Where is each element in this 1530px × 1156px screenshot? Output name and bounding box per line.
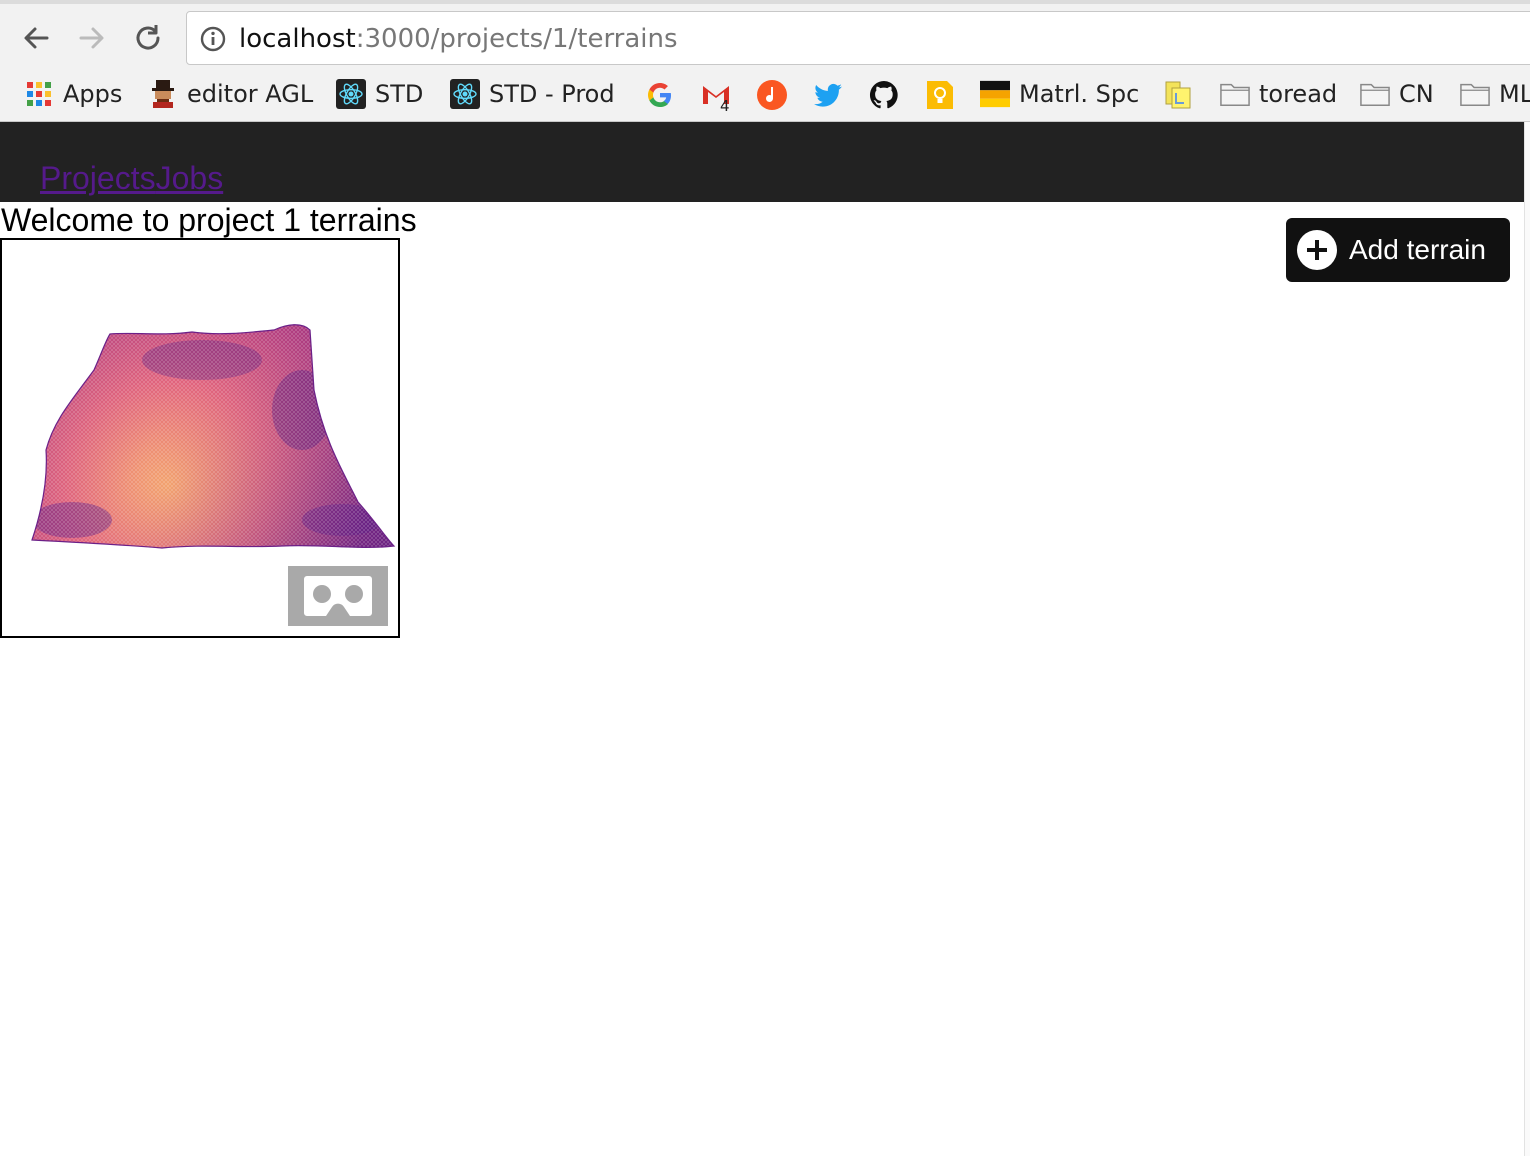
react-icon bbox=[336, 79, 366, 109]
bookmark-editor-agl[interactable]: editor AGL bbox=[148, 76, 313, 112]
bookmarks-bar: Apps editor AGL STD STD - Prod 4 Matrl. … bbox=[0, 72, 1530, 116]
apps-grid-icon bbox=[24, 79, 54, 109]
bookmark-apps[interactable]: Apps bbox=[24, 76, 122, 112]
bookmark-label: ML bbox=[1499, 80, 1530, 108]
url-host: localhost bbox=[239, 24, 356, 54]
bookmark-std[interactable]: STD bbox=[336, 76, 423, 112]
avatar-icon bbox=[148, 79, 178, 109]
bookmark-github[interactable] bbox=[867, 78, 901, 112]
bookmark-label: STD - Prod bbox=[489, 80, 615, 108]
music-icon bbox=[757, 80, 787, 110]
bookmark-doc-icon bbox=[1165, 81, 1191, 109]
vr-view-button[interactable] bbox=[288, 566, 388, 626]
bookmark-label: toread bbox=[1259, 80, 1338, 108]
keep-icon bbox=[927, 81, 953, 109]
terrain-card[interactable] bbox=[0, 238, 400, 638]
nav-link-projects[interactable]: Projects bbox=[40, 160, 156, 196]
page-scrollbar[interactable] bbox=[1524, 122, 1530, 1156]
bookmark-folder-toread[interactable]: toread bbox=[1220, 76, 1337, 112]
forward-arrow-icon bbox=[79, 27, 104, 49]
plus-circle-icon bbox=[1297, 230, 1337, 270]
react-icon bbox=[450, 79, 480, 109]
back-button[interactable] bbox=[16, 18, 56, 58]
github-icon bbox=[869, 80, 898, 109]
add-terrain-label: Add terrain bbox=[1349, 234, 1486, 265]
twitter-icon bbox=[814, 83, 842, 107]
bookmark-google[interactable] bbox=[643, 78, 677, 112]
bookmark-matrl-spc[interactable]: Matrl. Spc bbox=[980, 76, 1139, 112]
add-terrain-button[interactable]: Add terrain bbox=[1286, 218, 1510, 282]
bookmark-label: Apps bbox=[63, 80, 123, 108]
bookmark-keep[interactable] bbox=[923, 78, 957, 112]
bookmark-gmail[interactable]: 4 bbox=[699, 78, 733, 112]
flag-icon bbox=[980, 79, 1010, 109]
app-header: ProjectsJobs bbox=[0, 122, 1524, 202]
gmail-badge: 4 bbox=[720, 97, 730, 112]
bookmark-folder-ml[interactable]: ML bbox=[1460, 76, 1530, 112]
folder-icon bbox=[1360, 79, 1390, 109]
bookmark-twitter[interactable] bbox=[811, 78, 845, 112]
browser-chrome: localhost:3000/projects/1/terrains Apps bbox=[0, 0, 1530, 122]
bookmark-label: STD bbox=[375, 80, 424, 108]
reload-button[interactable] bbox=[128, 18, 168, 58]
tab-strip bbox=[0, 0, 1530, 4]
folder-icon bbox=[1460, 79, 1490, 109]
bookmark-label: Matrl. Spc bbox=[1019, 80, 1140, 108]
page-title: Welcome to project 1 terrains bbox=[1, 202, 417, 238]
nav-link-jobs[interactable]: Jobs bbox=[156, 160, 224, 196]
bookmark-label: editor AGL bbox=[187, 80, 314, 108]
main-nav: ProjectsJobs bbox=[40, 160, 223, 196]
google-icon bbox=[648, 83, 671, 107]
bookmark-std-prod[interactable]: STD - Prod bbox=[450, 76, 615, 112]
bookmark-music[interactable] bbox=[755, 78, 789, 112]
folder-icon bbox=[1220, 79, 1250, 109]
url-path: :3000/projects/1/terrains bbox=[355, 24, 678, 54]
forward-button[interactable] bbox=[72, 18, 112, 58]
gmail-icon: 4 bbox=[703, 86, 730, 112]
vr-cardboard-icon bbox=[304, 576, 372, 616]
bookmark-doc[interactable] bbox=[1162, 78, 1196, 112]
bookmark-folder-cn[interactable]: CN bbox=[1360, 76, 1434, 112]
url-text[interactable]: localhost:3000/projects/1/terrains bbox=[239, 24, 678, 54]
back-arrow-icon bbox=[24, 27, 49, 49]
reload-icon bbox=[136, 25, 160, 50]
address-bar[interactable]: localhost:3000/projects/1/terrains bbox=[186, 11, 1530, 65]
bookmark-label: CN bbox=[1399, 80, 1434, 108]
info-icon[interactable] bbox=[199, 25, 227, 53]
